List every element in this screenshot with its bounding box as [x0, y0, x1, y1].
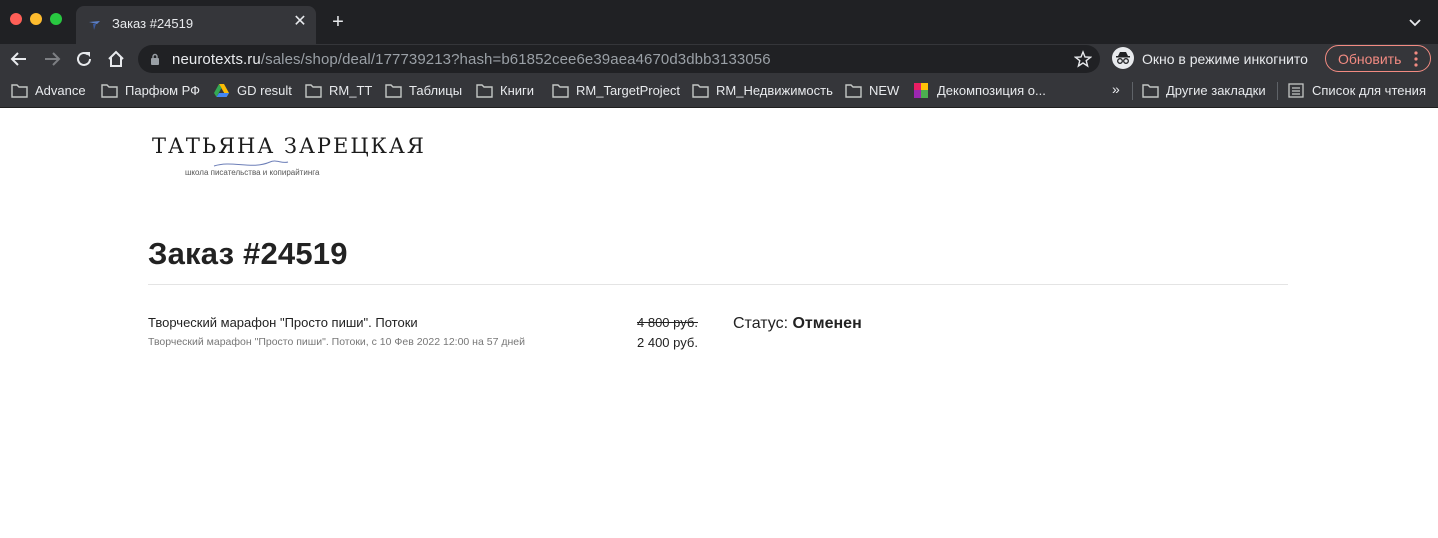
home-icon[interactable]: [105, 48, 127, 70]
forward-arrow-icon[interactable]: [41, 48, 63, 70]
reading-list-label: Список для чтения: [1312, 83, 1426, 98]
folder-icon: [692, 84, 709, 98]
incognito-icon[interactable]: [1112, 47, 1134, 69]
divider: [148, 284, 1288, 285]
browser-toolbar: neurotexts.ru/sales/shop/deal/177739213?…: [0, 44, 1438, 74]
reload-icon[interactable]: [73, 48, 95, 70]
bookmarks-bar: Advance Парфюм РФ GD result RM_TT Таблиц…: [0, 74, 1438, 108]
lock-icon[interactable]: [150, 53, 160, 65]
order-item-name: Творческий марафон "Просто пиши". Потоки: [148, 315, 418, 330]
update-label: Обновить: [1338, 51, 1402, 67]
back-arrow-icon[interactable]: [8, 48, 30, 70]
bookmark-label: Книги: [500, 83, 535, 98]
colored-grid-icon: [914, 83, 928, 98]
bookmark-label: RM_TT: [329, 83, 373, 98]
old-price: 4 800 руб.: [637, 315, 698, 330]
bookmark-separator: [1132, 82, 1133, 100]
new-price: 2 400 руб.: [637, 335, 698, 350]
folder-icon: [385, 84, 402, 98]
folder-icon: [101, 84, 118, 98]
bookmark-label: Таблицы: [409, 83, 463, 98]
folder-icon: [476, 84, 493, 98]
tab-bar: Заказ #24519 ✕ +: [0, 0, 1438, 44]
bookmark-label: NEW: [869, 83, 900, 98]
status-label: Статус:: [733, 315, 789, 332]
order-title: Заказ #24519: [148, 236, 348, 271]
tab-title: Заказ #24519: [112, 16, 194, 31]
folder-icon: [552, 84, 569, 98]
tab-favicon-icon: [89, 21, 100, 30]
bookmark-label: RM_TargetProject: [576, 83, 681, 98]
folder-icon: [1142, 84, 1159, 98]
bookmark-label: RM_Недвижимость: [716, 83, 833, 98]
minimize-window-button[interactable]: [30, 13, 42, 25]
more-bookmarks-chevron[interactable]: »: [1112, 81, 1120, 97]
logo-name: ТАТЬЯНА ЗАРЕЦКАЯ: [152, 134, 426, 158]
url-text[interactable]: neurotexts.ru/sales/shop/deal/177739213?…: [172, 51, 771, 68]
tab-search-chevron-icon[interactable]: [1406, 14, 1424, 32]
other-bookmarks-label: Другие закладки: [1166, 83, 1266, 98]
bookmark-star-icon[interactable]: [1074, 50, 1092, 68]
fullscreen-window-button[interactable]: [50, 13, 62, 25]
update-button[interactable]: Обновить: [1325, 45, 1431, 72]
school-logo[interactable]: ТАТЬЯНА ЗАРЕЦКАЯ школа писательства и ко…: [152, 134, 424, 182]
address-bar[interactable]: neurotexts.ru/sales/shop/deal/177739213?…: [138, 45, 1100, 73]
more-vertical-icon[interactable]: [1412, 50, 1420, 68]
logo-tagline: школа писательства и копирайтинга: [185, 168, 320, 177]
url-path: /sales/shop/deal/177739213?hash=b61852ce…: [260, 51, 771, 68]
url-host: neurotexts.ru: [172, 51, 261, 68]
folder-icon: [845, 84, 862, 98]
bookmark-label: GD result: [237, 83, 292, 98]
folder-icon: [11, 84, 28, 98]
google-drive-icon: [214, 84, 229, 97]
bookmark-label: Парфюм РФ: [125, 83, 201, 98]
active-tab[interactable]: Заказ #24519 ✕: [76, 6, 316, 44]
bookmark-label: Декомпозиция о...: [937, 83, 1046, 98]
bookmark-label: Advance: [35, 83, 86, 98]
close-window-button[interactable]: [10, 13, 22, 25]
order-item-description: Творческий марафон "Просто пиши". Потоки…: [148, 336, 525, 348]
close-tab-icon[interactable]: ✕: [292, 13, 308, 31]
reading-list-icon: [1288, 83, 1304, 98]
order-status: Статус: Отменен: [733, 315, 862, 333]
new-tab-icon[interactable]: +: [328, 12, 348, 32]
folder-icon: [305, 84, 322, 98]
bookmark-separator: [1277, 82, 1278, 100]
status-value: Отменен: [792, 315, 862, 332]
incognito-label: Окно в режиме инкогнито: [1142, 51, 1308, 67]
